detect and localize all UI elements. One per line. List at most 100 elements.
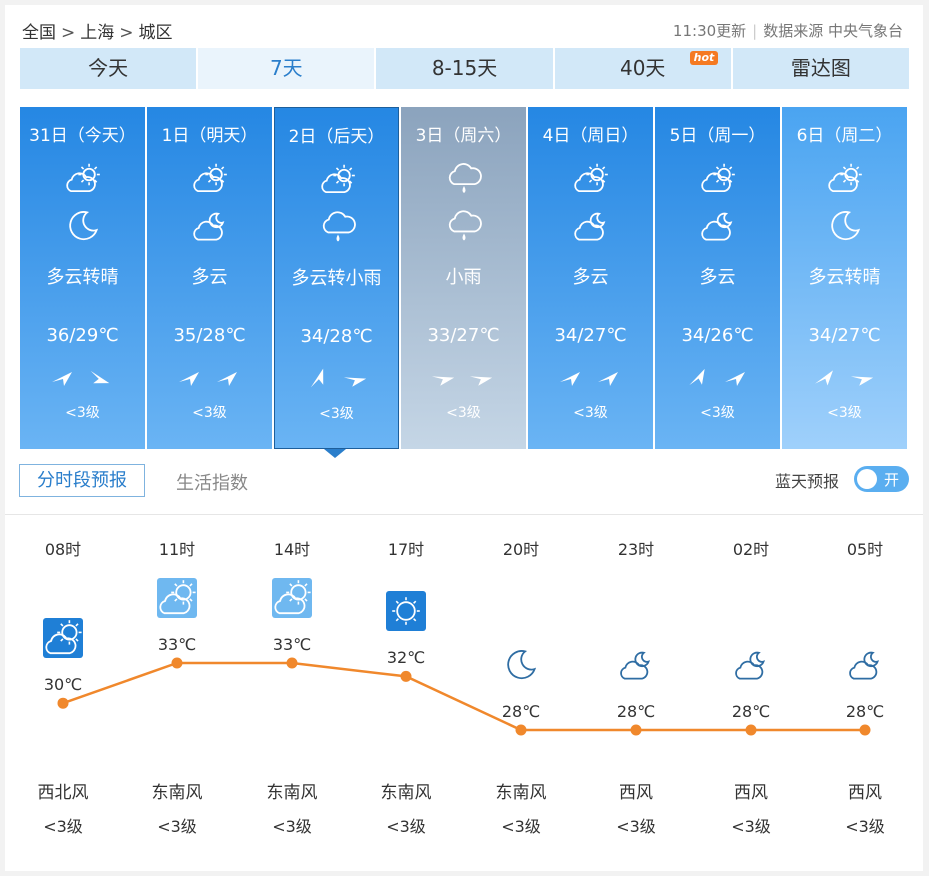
hour-label: 23时 [617, 540, 655, 559]
tab-40-days[interactable]: 40天 hot [554, 48, 731, 89]
day-wind-direction [177, 364, 243, 390]
partly-cloudy-icon [701, 163, 735, 193]
day-description: 多云 [572, 267, 609, 288]
moon-icon [69, 211, 99, 241]
breadcrumb-separator: > [119, 23, 134, 43]
day-temperature: 33/27℃ [427, 325, 500, 346]
wind-arrow-icon [343, 377, 367, 387]
day-date: 31日（今天） [29, 126, 136, 146]
wind-arrow-icon [725, 372, 745, 386]
breadcrumb-city[interactable]: 上海 [80, 23, 114, 43]
hour-wind-direction: 东南风 [380, 783, 432, 803]
wind-arrow-icon [689, 368, 705, 386]
day-weather-icon [699, 163, 737, 195]
partly-cloudy-icon [45, 620, 82, 655]
hour-weather-icon [503, 648, 539, 686]
day-wind-level: <3级 [446, 405, 481, 421]
day-card[interactable]: 2日（后天） 多云转小雨 34/28℃ <3级 [274, 107, 399, 449]
day-temperature: 34/27℃ [554, 325, 627, 346]
cloudy-night-icon [701, 212, 733, 241]
tab-7-days[interactable]: 7天 [198, 48, 375, 89]
day-wind-direction [812, 364, 878, 390]
wind-arrow-icon [598, 372, 618, 386]
partly-cloudy-icon [193, 163, 227, 193]
hour-wind-direction: 东南风 [266, 783, 318, 803]
wind-arrow-icon [469, 376, 493, 386]
partly-cloudy-icon [828, 163, 862, 193]
wind-arrow-icon [560, 372, 580, 386]
day-card[interactable]: 5日（周一） 多云 34/26℃ <3级 [655, 107, 780, 449]
hot-badge: hot [689, 51, 719, 65]
day-wind-direction [305, 365, 371, 391]
hour-temperature-label: 33℃ [157, 635, 197, 654]
hour-wind-level: <3级 [272, 817, 312, 836]
divider [5, 514, 923, 515]
day-temperature: 34/27℃ [808, 325, 881, 346]
wind-arrow-icon [217, 372, 237, 386]
night-weather-icon [191, 209, 229, 243]
tab-hourly-forecast[interactable]: 分时段预报 [19, 464, 145, 497]
hour-temperature-label: 28℃ [845, 702, 885, 721]
wind-arrow-icon [310, 368, 324, 388]
day-date: 3日（周六） [415, 126, 512, 146]
day-wind-level: <3级 [192, 405, 227, 421]
day-weather-icon [826, 163, 864, 195]
cloudy-night-icon [574, 212, 606, 241]
breadcrumb-country[interactable]: 全国 [22, 23, 56, 43]
day-card[interactable]: 6日（周二） 多云转晴 34/27℃ <3级 [782, 107, 907, 449]
moon-icon [507, 650, 537, 680]
light-rain-icon [448, 210, 482, 241]
day-description: 多云 [191, 267, 228, 288]
day-weather-icon [319, 164, 357, 196]
day-date: 5日（周一） [669, 126, 766, 146]
hour-temperature-label: 30℃ [43, 675, 83, 695]
hour-wind-level: <3级 [43, 817, 83, 836]
forecast-tabs: 今天 7天 8-15天 40天 hot 雷达图 [20, 48, 910, 89]
day-temperature: 34/28℃ [300, 326, 373, 347]
tab-today[interactable]: 今天 [20, 48, 197, 89]
day-wind-direction [50, 364, 116, 390]
hour-label: 20时 [502, 540, 540, 559]
toggle-knob [857, 469, 877, 489]
hour-weather-icon [157, 578, 197, 618]
day-weather-icon [572, 163, 610, 195]
hour-temperature-label: 32℃ [386, 648, 426, 668]
toggle-text: 开 [884, 471, 900, 489]
hour-label: 05时 [846, 540, 884, 559]
hour-wind-level: <3级 [157, 817, 197, 836]
hour-wind-level: <3级 [386, 817, 426, 836]
day-weather-icon [191, 163, 229, 195]
hour-wind-direction: 西风 [619, 783, 653, 803]
hour-wind-direction: 西风 [848, 783, 882, 803]
tab-label: 7天 [269, 56, 303, 80]
day-card[interactable]: 3日（周六） 小雨 33/27℃ <3级 [401, 107, 526, 449]
moon-icon [831, 211, 861, 241]
hour-weather-icon [43, 618, 83, 659]
update-time: 11:30更新 [672, 22, 747, 40]
hour-wind-level: <3级 [616, 817, 656, 836]
update-info: 11:30更新 | 数据来源 中央气象台 [673, 20, 903, 41]
day-description: 多云转小雨 [291, 268, 382, 289]
data-source: 数据来源 中央气象台 [763, 22, 903, 40]
night-weather-icon [64, 209, 102, 243]
night-weather-icon [572, 209, 610, 243]
tab-label: 8-15天 [431, 56, 498, 80]
day-card[interactable]: 31日（今天） 多云转晴 36/29℃ <3级 [20, 107, 145, 449]
tab-label: 今天 [88, 56, 129, 80]
wind-arrow-icon [815, 370, 833, 386]
day-card[interactable]: 1日（明天） 多云 35/28℃ <3级 [147, 107, 272, 449]
blue-sky-toggle[interactable]: 开 [854, 466, 909, 492]
day-wind-direction [558, 364, 624, 390]
tab-radar[interactable]: 雷达图 [732, 48, 910, 89]
hour-weather-icon [847, 648, 883, 686]
sunny-icon [392, 597, 420, 626]
day-description: 多云转晴 [46, 267, 119, 288]
night-weather-icon [319, 210, 357, 244]
partly-cloudy-icon [66, 163, 100, 193]
wind-arrow-icon [431, 376, 455, 386]
day-date: 2日（后天） [288, 127, 385, 147]
tab-8-15-days[interactable]: 8-15天 [376, 48, 553, 89]
tab-life-index[interactable]: 生活指数 [176, 469, 248, 495]
day-card[interactable]: 4日（周日） 多云 34/27℃ <3级 [528, 107, 653, 449]
day-wind-level: <3级 [65, 405, 100, 421]
